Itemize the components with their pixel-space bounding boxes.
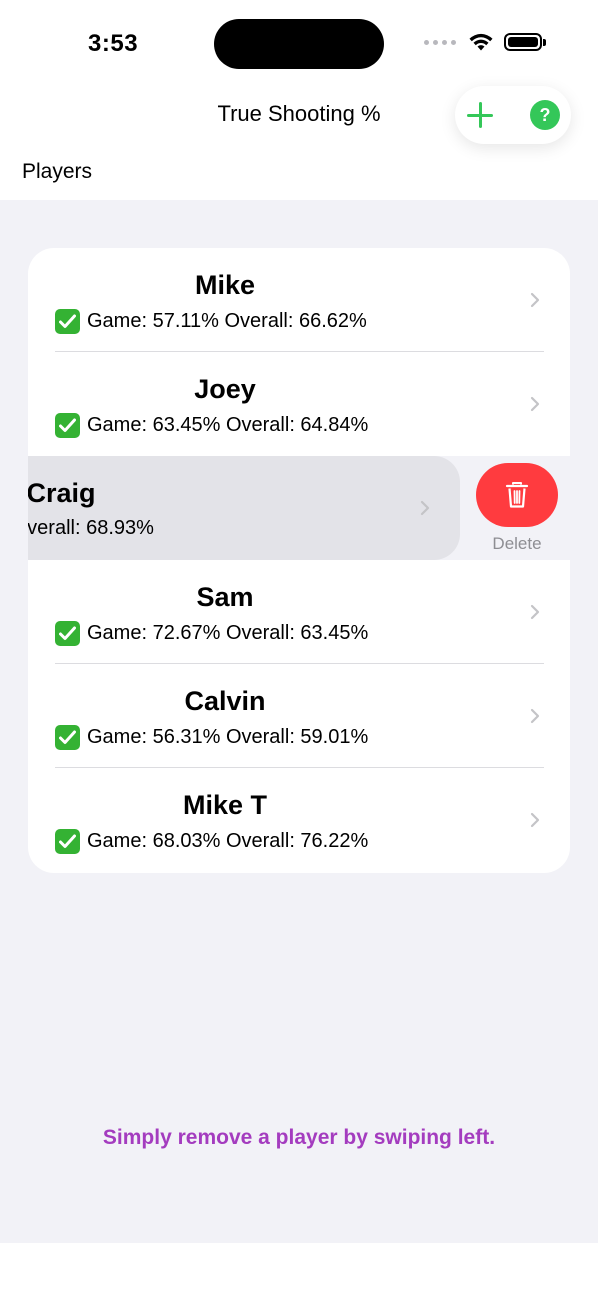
chevron-right-icon (530, 812, 540, 828)
player-stats: Game: 57.11% Overall: 66.62% (55, 309, 367, 334)
section-title: Players (22, 160, 93, 183)
player-stats: Game: 72.67% Overall: 63.45% (55, 621, 368, 646)
player-stats-text: Game: 57.11% Overall: 66.62% (87, 310, 367, 332)
add-player-button[interactable] (463, 98, 497, 132)
checkmark-icon (55, 725, 80, 750)
checkmark-icon (55, 309, 80, 334)
player-row-mike-t[interactable]: Mike T Game: 68.03% Overall: 76.22% (28, 768, 570, 872)
player-stats-text: Game: 72.67% Overall: 63.45% (87, 622, 369, 644)
player-name: Mike (194, 270, 256, 300)
wifi-icon (469, 33, 493, 51)
player-row-mike[interactable]: Mike Game: 57.11% Overall: 66.62% (28, 248, 570, 352)
players-list: Mike Game: 57.11% Overall: 66.62% Joey G… (28, 248, 570, 873)
delete-label: Delete (492, 534, 542, 553)
checkmark-icon (55, 621, 80, 646)
player-stats: Game: 63.45% Overall: 64.84% (55, 413, 368, 438)
chevron-right-icon (530, 708, 540, 724)
cellular-signal-icon (424, 39, 456, 45)
swipe-hint: Simply remove a player by swiping left. (102, 1126, 496, 1149)
player-stats: e: 65.17% Overall: 68.93% (28, 517, 154, 540)
player-stats-text: e: 65.17% Overall: 68.93% (28, 517, 154, 539)
delete-button[interactable] (476, 463, 558, 527)
help-button[interactable]: ? (530, 100, 560, 130)
player-name: Mike T (182, 790, 268, 820)
player-stats-text: Game: 56.31% Overall: 59.01% (87, 726, 369, 748)
player-name: Sam (196, 582, 254, 612)
player-stats-text: Game: 68.03% Overall: 76.22% (87, 830, 369, 852)
status-time: 3:53 (88, 30, 139, 57)
battery-icon (504, 33, 546, 51)
player-name: Calvin (184, 686, 266, 716)
nav-actions: ? (455, 86, 571, 144)
status-icons (424, 32, 546, 52)
chevron-right-icon (530, 292, 540, 308)
dynamic-island (214, 19, 384, 69)
player-stats-text: Game: 63.45% Overall: 64.84% (87, 414, 369, 436)
player-row-sam[interactable]: Sam Game: 72.67% Overall: 63.45% (28, 560, 570, 664)
checkmark-icon (55, 829, 80, 854)
player-stats: Game: 68.03% Overall: 76.22% (55, 829, 368, 854)
player-row-craig[interactable]: Craig e: 65.17% Overall: 68.93% (28, 456, 460, 560)
chevron-right-icon (420, 500, 430, 516)
player-row-calvin[interactable]: Calvin Game: 56.31% Overall: 59.01% (28, 664, 570, 768)
player-name: Craig (28, 478, 96, 508)
screen: 3:53 True Shooting % ? Players Mike Game… (0, 0, 598, 1300)
chevron-right-icon (530, 396, 540, 412)
content-area: Mike Game: 57.11% Overall: 66.62% Joey G… (0, 200, 598, 1243)
trash-icon (505, 482, 529, 508)
player-stats: Game: 56.31% Overall: 59.01% (55, 725, 368, 750)
player-row-joey[interactable]: Joey Game: 63.45% Overall: 64.84% (28, 352, 570, 456)
checkmark-icon (55, 413, 80, 438)
chevron-right-icon (530, 604, 540, 620)
player-name: Joey (194, 374, 256, 404)
